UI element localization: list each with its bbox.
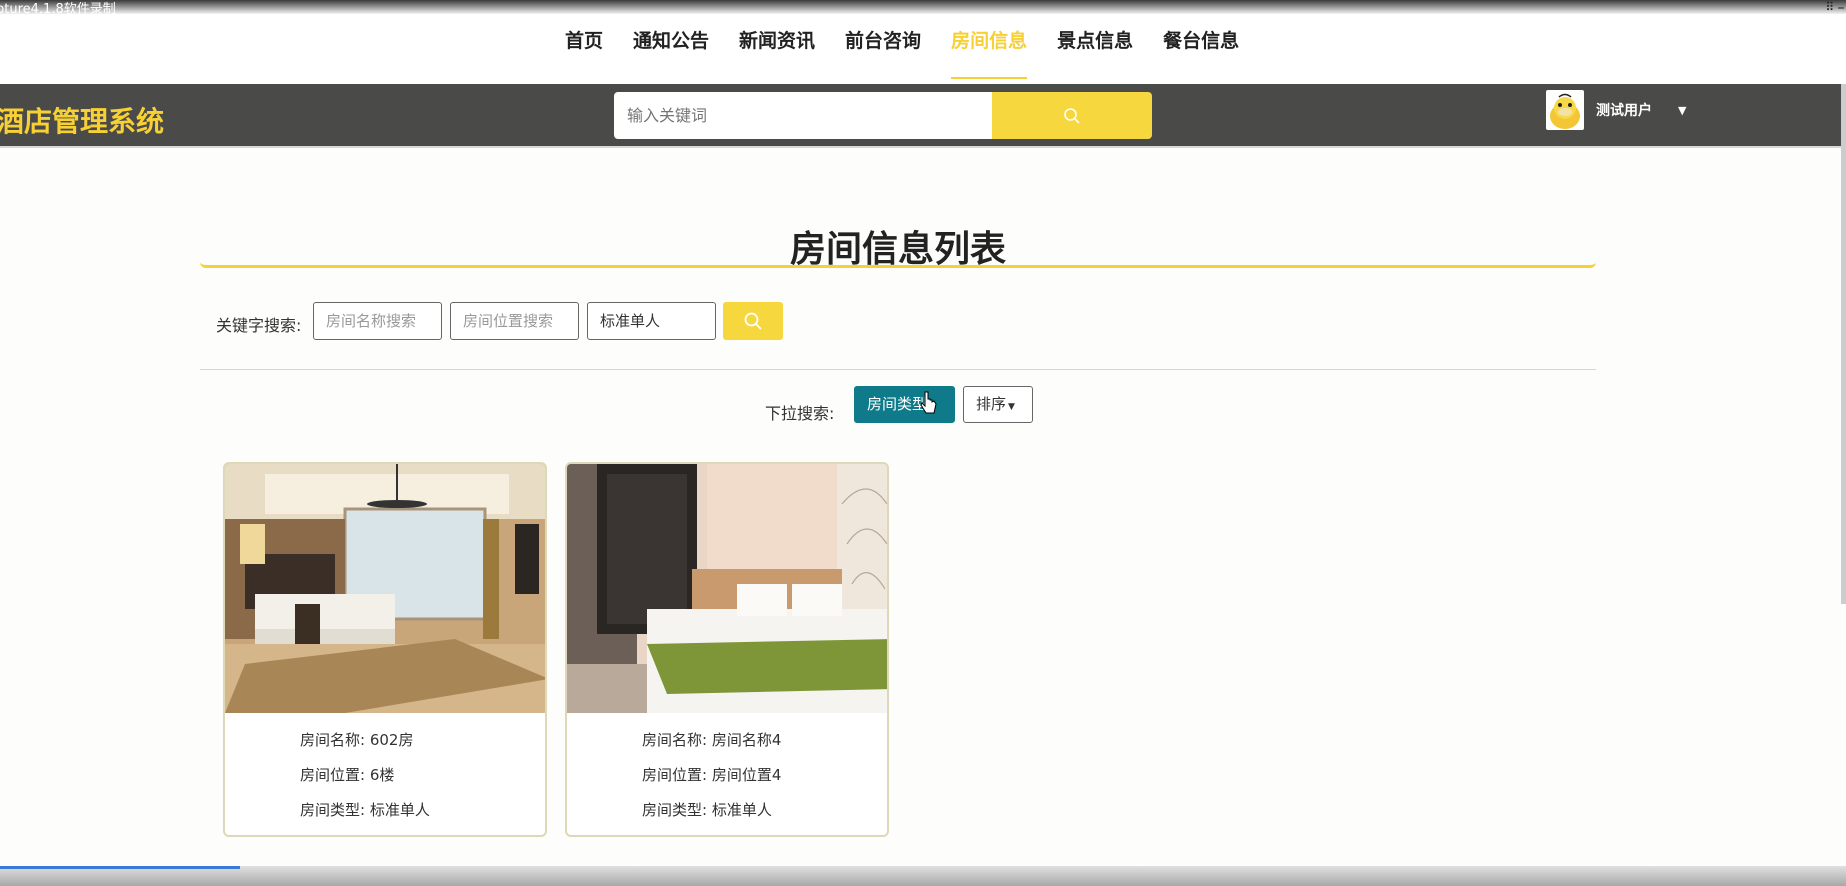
mouse-cursor-icon — [921, 391, 937, 414]
window-controls[interactable]: ⠿ ⎯ — [1825, 0, 1844, 15]
nav-item-notices[interactable]: 通知公告 — [633, 28, 709, 79]
keyword-search-button[interactable] — [723, 302, 783, 340]
room-location: 房间位置: 6楼 — [300, 766, 395, 784]
progress-bar — [0, 866, 240, 869]
room-name-search-input[interactable]: 房间名称搜索 — [313, 302, 442, 340]
chevron-down-icon[interactable]: ▼ — [1678, 104, 1686, 117]
global-search — [614, 92, 1152, 139]
room-type-dropdown-label: 房间类型 — [867, 395, 928, 413]
global-search-button[interactable] — [992, 92, 1152, 139]
scrollbar[interactable] — [1841, 84, 1846, 604]
divider — [200, 369, 1596, 370]
user-name: 测试用户 — [1596, 103, 1652, 119]
sort-dropdown[interactable]: 排序 ▼ — [963, 386, 1033, 423]
room-name: 房间名称: 房间名称4 — [642, 731, 782, 749]
caret-down-icon: ▼ — [1008, 402, 1015, 412]
room-card[interactable]: 房间名称: 房间名称4 房间位置: 房间位置4 房间类型: 标准单人 — [565, 462, 889, 837]
nav-item-home[interactable]: 首页 — [565, 28, 603, 79]
room-type: 房间类型: 标准单人 — [300, 801, 430, 819]
search-icon — [1064, 107, 1080, 124]
header-bar: 酒店管理系统 测试用户 ▼ — [0, 84, 1846, 148]
room-image[interactable] — [567, 464, 887, 713]
site-logo[interactable]: 酒店管理系统 — [0, 100, 164, 140]
sort-dropdown-label: 排序 — [976, 395, 1007, 413]
top-navigation: 首页 通知公告 新闻资讯 前台咨询 房间信息 景点信息 餐台信息 — [0, 14, 1846, 84]
room-location: 房间位置: 房间位置4 — [642, 766, 782, 784]
taskbar — [0, 866, 1846, 886]
room-type-search-input[interactable]: 标准单人 — [587, 302, 716, 340]
nav-item-consult[interactable]: 前台咨询 — [845, 28, 921, 79]
nav-item-scenic[interactable]: 景点信息 — [1057, 28, 1133, 79]
keyword-search-label: 关键字搜索: — [216, 316, 302, 335]
nav-item-dining[interactable]: 餐台信息 — [1163, 28, 1239, 79]
search-icon — [744, 312, 762, 330]
room-card[interactable]: 房间名称: 602房 房间位置: 6楼 房间类型: 标准单人 — [223, 462, 547, 837]
user-menu[interactable]: 测试用户 ▼ — [1546, 90, 1686, 130]
room-location-search-input[interactable]: 房间位置搜索 — [450, 302, 579, 340]
room-type: 房间类型: 标准单人 — [642, 801, 772, 819]
global-search-input[interactable] — [614, 92, 992, 139]
nav-item-rooms[interactable]: 房间信息 — [951, 28, 1028, 79]
room-type-dropdown[interactable]: 房间类型▼ — [854, 386, 955, 423]
room-name: 房间名称: 602房 — [300, 731, 414, 749]
nav-item-news[interactable]: 新闻资讯 — [739, 28, 815, 79]
window-titlebar: pture4.1.8软件录制 ⠿ ⎯ — [0, 0, 1846, 17]
title-underline — [200, 262, 1596, 268]
dropdown-search-label: 下拉搜索: — [765, 404, 835, 423]
avatar — [1546, 90, 1584, 130]
room-image[interactable] — [225, 464, 545, 713]
